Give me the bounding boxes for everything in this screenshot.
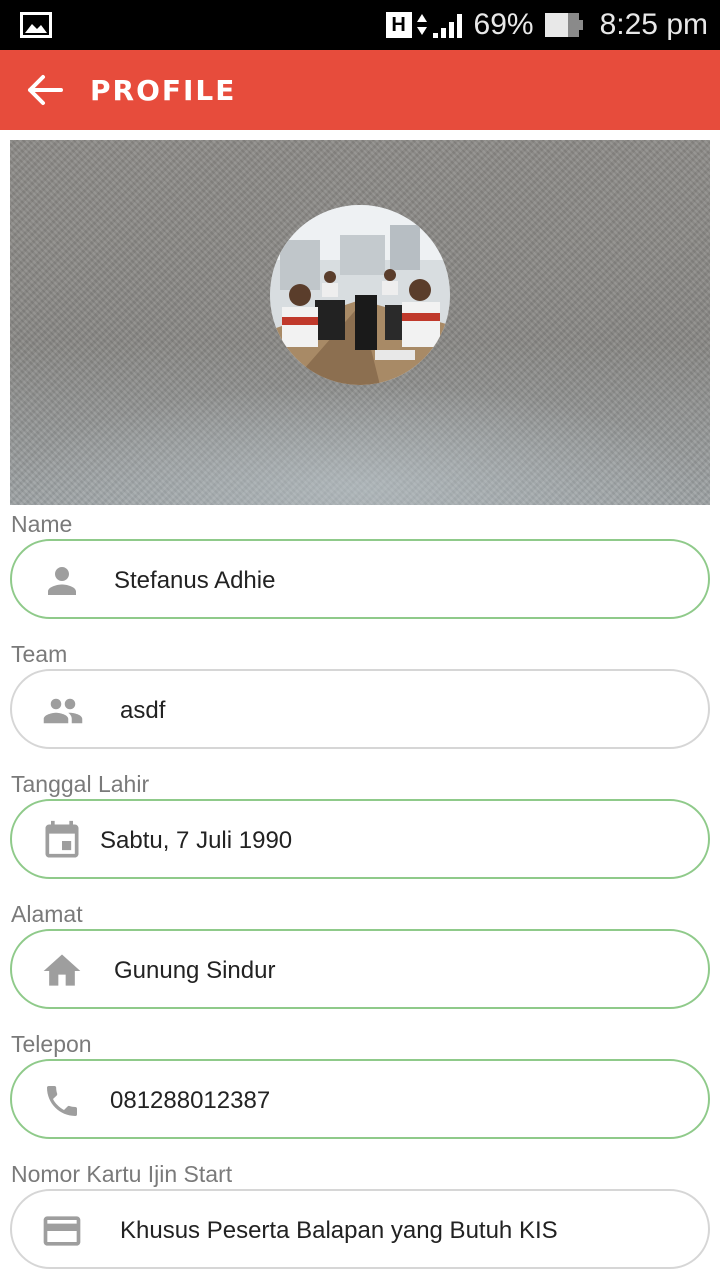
app-bar: PROFILE <box>0 50 720 130</box>
phone-field[interactable]: 081288012387 <box>10 1059 710 1139</box>
calendar-icon <box>40 819 84 863</box>
kis-field[interactable]: Khusus Peserta Balapan yang Butuh KIS <box>10 1189 710 1269</box>
team-label: Team <box>11 641 68 667</box>
phone-icon <box>40 1079 84 1123</box>
name-label: Name <box>11 511 73 537</box>
signal-icon <box>432 14 462 38</box>
status-bar: H 69% 8:25 pm <box>0 0 720 50</box>
profile-cover <box>10 140 710 505</box>
address-label: Alamat <box>11 901 83 927</box>
phone-value: 081288012387 <box>110 1087 271 1114</box>
birthdate-value: Sabtu, 7 Juli 1990 <box>100 827 293 854</box>
arrow-back-icon <box>28 75 63 105</box>
group-icon <box>38 689 88 733</box>
card-icon <box>40 1209 84 1253</box>
team-value: asdf <box>120 697 166 724</box>
back-button[interactable] <box>0 50 90 130</box>
gallery-notification-icon <box>20 12 52 43</box>
birthdate-field[interactable]: Sabtu, 7 Juli 1990 <box>10 799 710 879</box>
avatar[interactable] <box>270 205 450 385</box>
network-indicator: H <box>385 11 464 39</box>
kis-label: Nomor Kartu Ijin Start <box>11 1161 233 1187</box>
address-field[interactable]: Gunung Sindur <box>10 929 710 1009</box>
network-type: H <box>385 12 412 38</box>
status-right: H 69% 8:25 pm <box>385 0 708 50</box>
phone-label: Telepon <box>11 1031 92 1057</box>
name-value: Stefanus Adhie <box>114 567 276 594</box>
clock: 8:25 pm <box>599 8 708 41</box>
page-title: PROFILE <box>90 73 237 107</box>
address-value: Gunung Sindur <box>114 957 276 984</box>
battery-percent: 69% <box>473 8 534 41</box>
home-icon <box>40 949 84 993</box>
avatar-photo <box>270 205 450 385</box>
kis-value: Khusus Peserta Balapan yang Butuh KIS <box>120 1217 558 1244</box>
birthdate-label: Tanggal Lahir <box>11 771 150 797</box>
data-arrows-icon <box>416 14 427 35</box>
battery-icon <box>544 13 583 37</box>
name-field[interactable]: Stefanus Adhie <box>10 539 710 619</box>
team-field[interactable]: asdf <box>10 669 710 749</box>
person-icon <box>40 559 84 603</box>
